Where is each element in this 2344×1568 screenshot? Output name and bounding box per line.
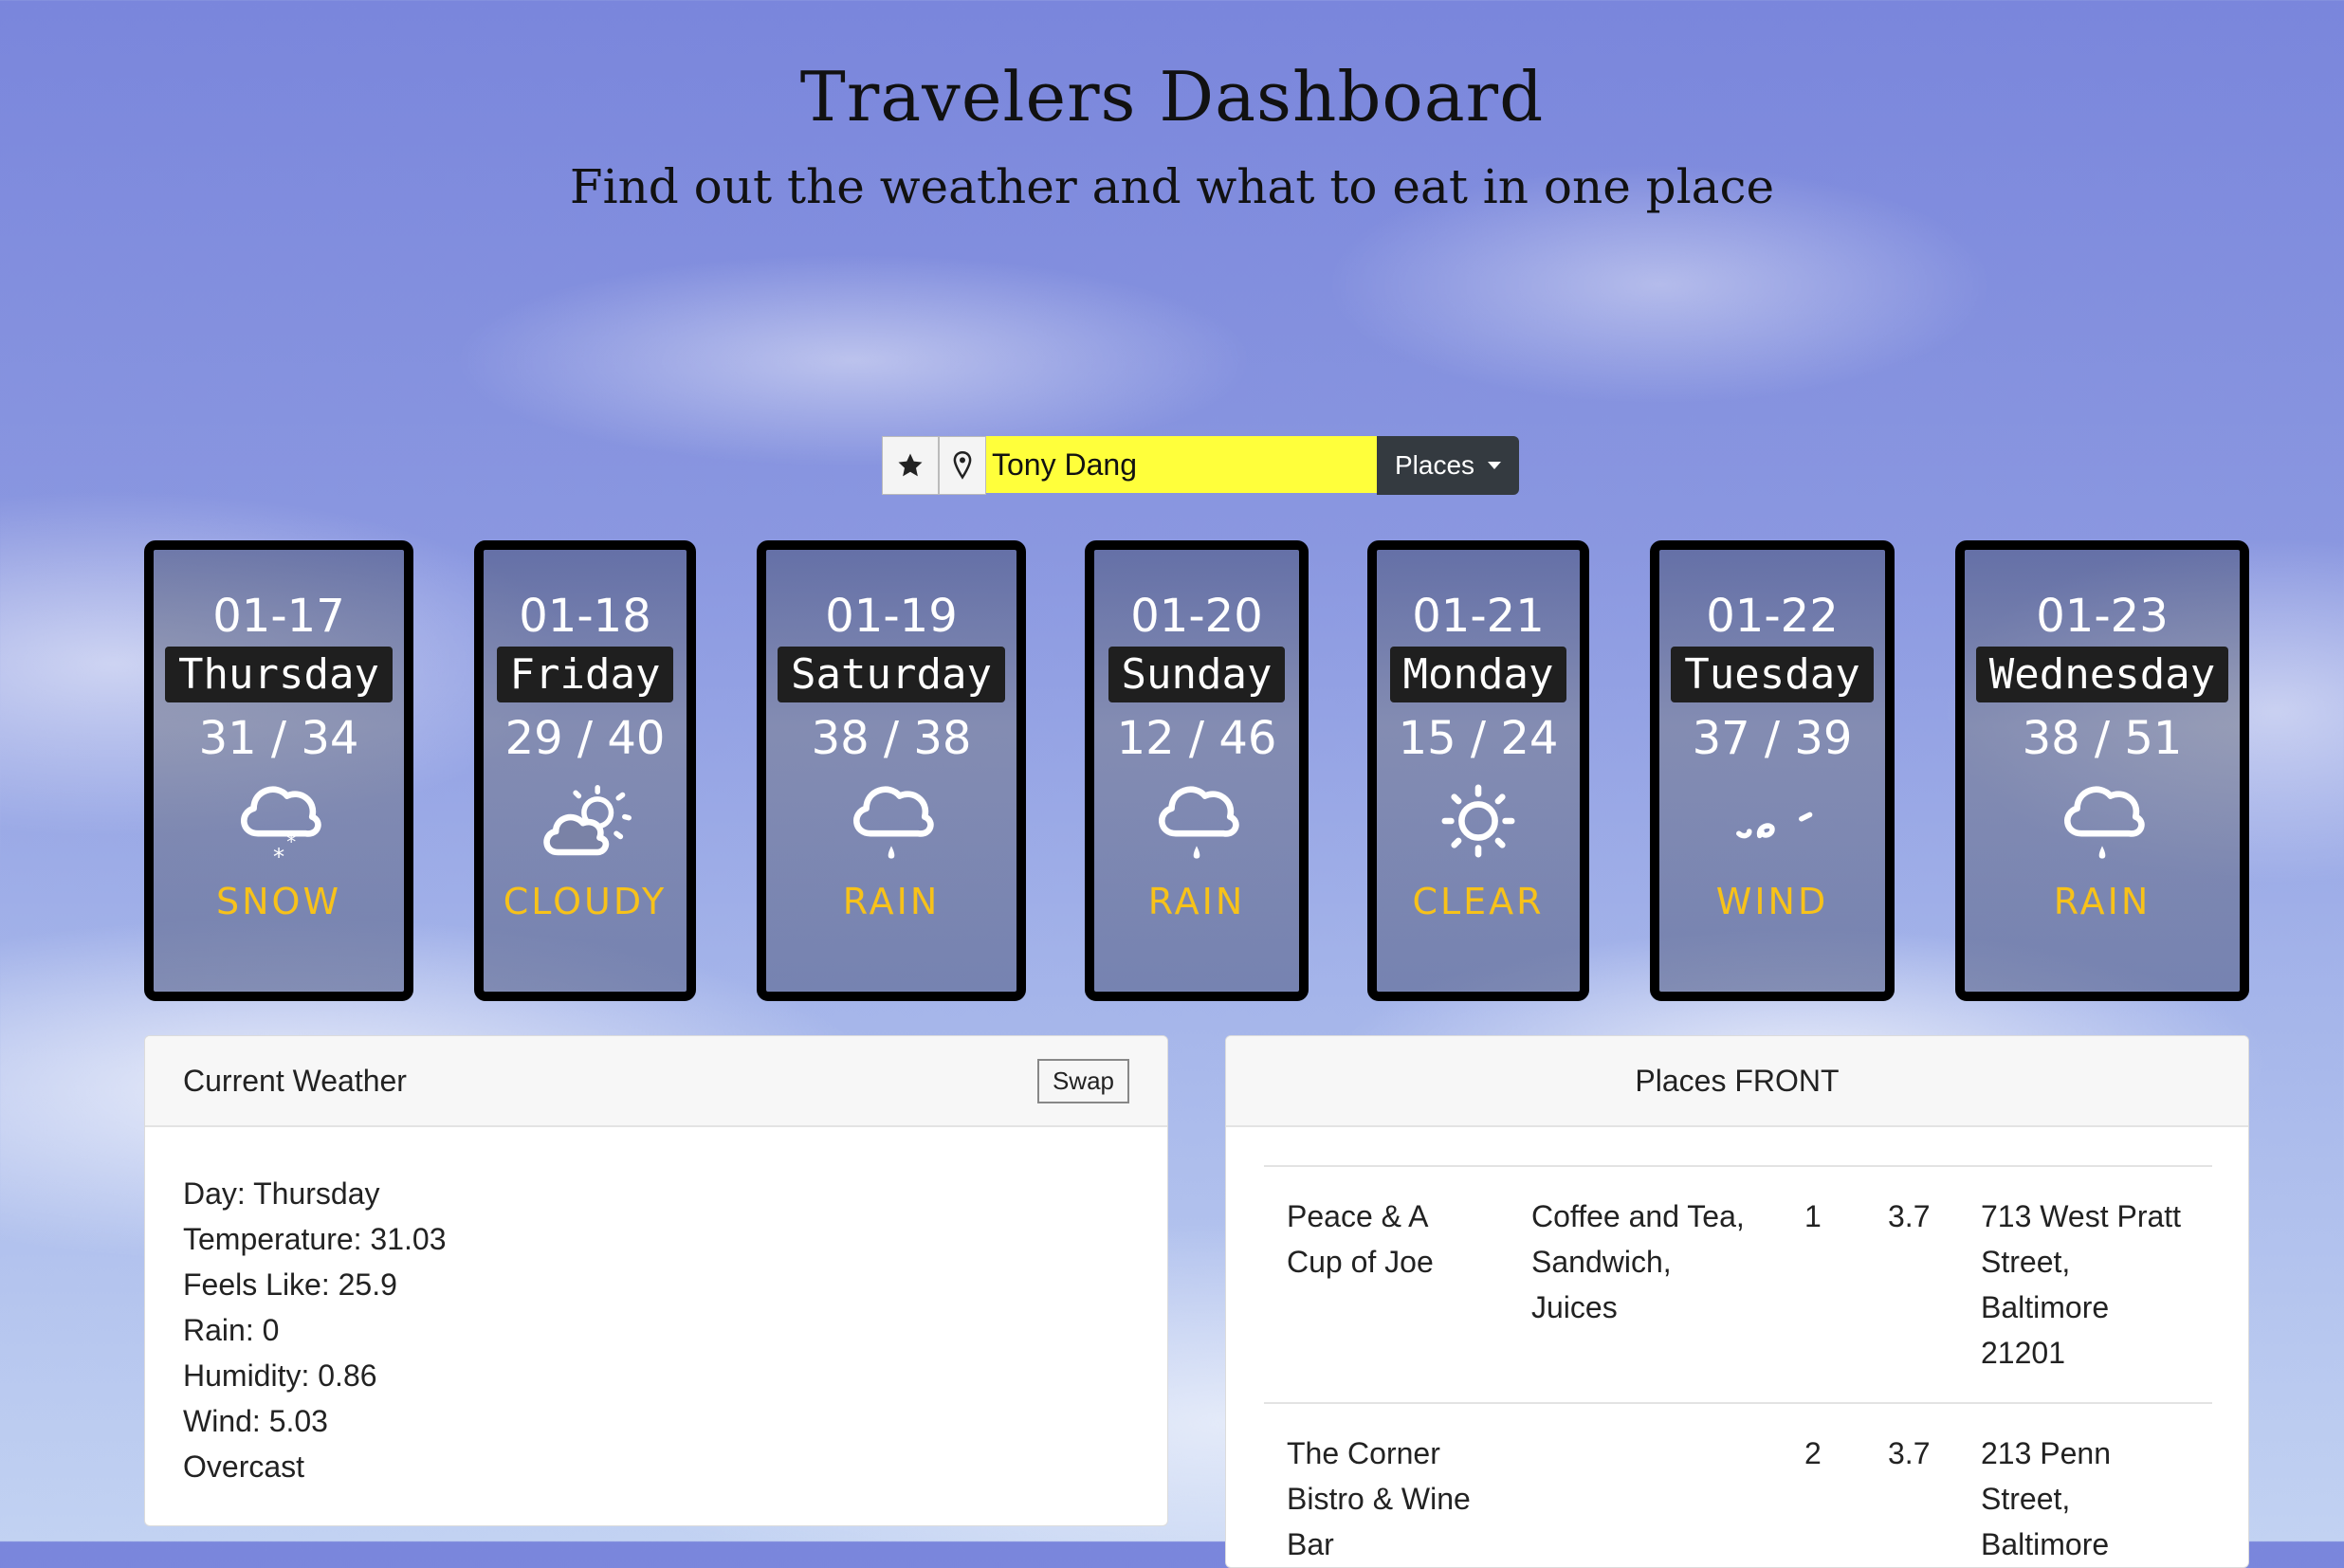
place-price: 1 <box>1782 1165 1865 1403</box>
table-row[interactable]: Peace & A Cup of Joe Coffee and Tea, San… <box>1264 1165 2212 1403</box>
current-summary: Overcast <box>183 1449 305 1484</box>
search-bar: Places <box>882 436 1519 495</box>
current-wind: Wind: 5.03 <box>183 1404 328 1438</box>
chevron-down-icon <box>1488 462 1502 469</box>
page-subtitle: Find out the weather and what to eat in … <box>569 159 1775 214</box>
place-price: 2 <box>1782 1402 1865 1567</box>
current-day: Day: Thursday <box>183 1176 380 1211</box>
star-icon <box>898 453 923 477</box>
forecast-temp: 38 / 51 <box>2022 712 2183 765</box>
forecast-temp: 31 / 34 <box>198 712 359 765</box>
forecast-temp: 37 / 39 <box>1692 712 1853 765</box>
place-name: Peace & A Cup of Joe <box>1264 1165 1509 1403</box>
places-dropdown-label: Places <box>1394 450 1475 480</box>
forecast-condition: RAIN <box>1147 881 1246 922</box>
forecast-date: 01-18 <box>519 590 651 643</box>
favorite-button[interactable] <box>882 436 939 495</box>
forecast-day: Wednesday <box>1975 647 2229 702</box>
forecast-condition: RAIN <box>2053 881 2152 922</box>
swap-button[interactable]: Swap <box>1036 1059 1129 1103</box>
svg-text:*: * <box>286 831 296 853</box>
forecast-day: Friday <box>496 647 674 702</box>
current-weather-panel: Current Weather Swap Day: Thursday Tempe… <box>144 1035 1168 1526</box>
forecast-card: 01-17 Thursday 31 / 34 * * SNOW <box>144 540 413 1001</box>
forecast-date: 01-23 <box>2036 590 2169 643</box>
rain-icon <box>853 786 934 859</box>
forecast-date: 01-20 <box>1130 590 1263 643</box>
forecast-condition: CLEAR <box>1412 881 1545 922</box>
place-address: 213 Penn Street, Baltimore <box>1958 1402 2212 1567</box>
forecast-date: 01-17 <box>212 590 345 643</box>
forecast-temp: 29 / 40 <box>504 712 666 765</box>
forecast-condition: WIND <box>1715 881 1829 922</box>
current-weather-details: Day: Thursday Temperature: 31.03 Feels L… <box>145 1127 1167 1525</box>
forecast-day: Tuesday <box>1671 647 1874 702</box>
places-header: Places FRONT <box>1226 1036 2248 1127</box>
search-input[interactable] <box>986 436 1377 493</box>
current-weather-header: Current Weather <box>145 1036 1167 1127</box>
place-name: The Corner Bistro & Wine Bar <box>1264 1402 1509 1567</box>
page-header: Travelers Dashboard Find out the weather… <box>0 57 2344 214</box>
forecast-card: 01-20 Sunday 12 / 46 RAIN <box>1085 540 1309 1001</box>
forecast-date: 01-21 <box>1412 590 1545 643</box>
place-category <box>1509 1402 1782 1567</box>
current-temperature: Temperature: 31.03 <box>183 1222 447 1256</box>
place-rating: 3.7 <box>1865 1402 1958 1567</box>
forecast-date: 01-22 <box>1706 590 1839 643</box>
forecast-card: 01-22 Tuesday 37 / 39 WIND <box>1650 540 1895 1001</box>
location-button[interactable] <box>939 436 986 495</box>
sun-icon <box>1441 784 1515 858</box>
forecast-card: 01-18 Friday 29 / 40 CLOUDY <box>474 540 696 1001</box>
forecast-card: 01-23 Wednesday 38 / 51 RAIN <box>1955 540 2249 1001</box>
places-title: Places FRONT <box>1635 1063 1840 1098</box>
snow-icon: ** <box>241 786 321 870</box>
place-address: 713 West Pratt Street, Baltimore 21201 <box>1958 1165 2212 1403</box>
forecast-day: Sunday <box>1108 647 1286 702</box>
forecast-card: 01-21 Monday 15 / 24 CLEAR <box>1367 540 1589 1001</box>
place-rating: 3.7 <box>1865 1165 1958 1403</box>
rain-icon <box>2064 786 2145 859</box>
forecast-day: Saturday <box>778 647 1005 702</box>
table-row[interactable]: The Corner Bistro & Wine Bar 2 3.7 213 P… <box>1264 1402 2212 1567</box>
forecast-temp: 12 / 46 <box>1116 712 1277 765</box>
forecast-card: 01-19 Saturday 38 / 38 RAIN <box>757 540 1026 1001</box>
forecast-condition: CLOUDY <box>503 881 668 922</box>
svg-text:*: * <box>273 844 284 870</box>
forecast-condition: RAIN <box>842 881 941 922</box>
forecast-day: Thursday <box>165 647 393 702</box>
current-rain: Rain: 0 <box>183 1313 280 1347</box>
partly-cloudy-icon <box>543 785 632 856</box>
page-title: Travelers Dashboard <box>799 57 1545 137</box>
rain-icon <box>1159 786 1239 859</box>
place-category: Coffee and Tea, Sandwich, Juices <box>1509 1165 1782 1403</box>
places-table: Peace & A Cup of Joe Coffee and Tea, San… <box>1264 1165 2212 1567</box>
forecast-date: 01-19 <box>825 590 958 643</box>
wind-icon <box>1736 811 1813 839</box>
current-weather-title: Current Weather <box>183 1063 407 1098</box>
forecast-temp: 38 / 38 <box>811 712 972 765</box>
map-pin-icon <box>953 451 972 480</box>
current-humidity: Humidity: 0.86 <box>183 1358 377 1393</box>
forecast-condition: SNOW <box>215 881 342 922</box>
places-panel: Places FRONT Peace & A Cup of Joe Coffee… <box>1225 1035 2249 1568</box>
forecast-day: Monday <box>1389 647 1567 702</box>
current-feels-like: Feels Like: 25.9 <box>183 1267 397 1302</box>
places-dropdown[interactable]: Places <box>1377 436 1519 495</box>
forecast-temp: 15 / 24 <box>1398 712 1559 765</box>
